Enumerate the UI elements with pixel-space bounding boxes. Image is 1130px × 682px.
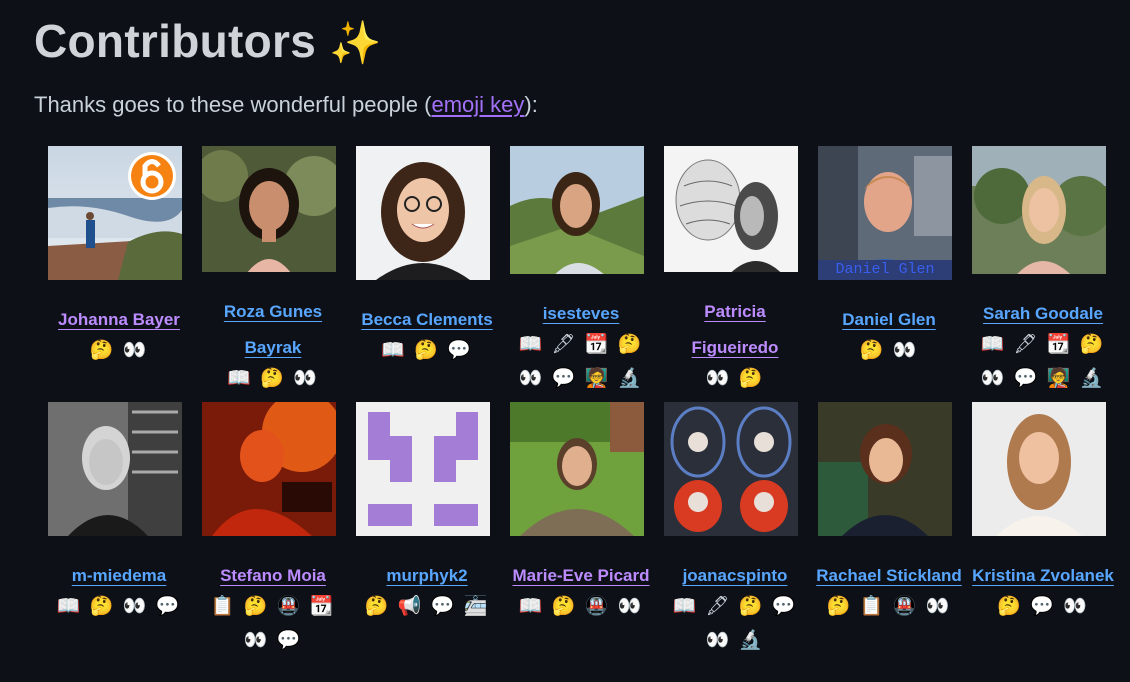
avatar-isesteves[interactable] [510,146,644,274]
avatar-daniel-glen[interactable]: Daniel Glen [818,146,952,280]
contributor-card: Kristina Zvolanek 🤔 💬 👀 [966,402,1120,658]
contributor-name[interactable]: isesteves [506,296,656,332]
contribution-badges: 🤔 💬 👀 [997,596,1089,617]
contributor-name[interactable]: murphyk2 [352,558,502,594]
avatar-stefano-moia[interactable] [202,402,336,536]
avatar-kristina-zvolanek[interactable] [972,402,1106,536]
contributor-name[interactable]: Sarah Goodale [968,296,1118,332]
contribution-badges: 📖 🤔 👀 [227,368,319,389]
contribution-badges: 🤔 📢 💬 🚈 [364,596,490,617]
contributor-card: m-miedema 📖 🤔 👀 💬 [42,402,196,658]
contribution-badges: 🤔 👀 [859,340,919,361]
contributor-card: Johanna Bayer 🤔 👀 [42,146,196,396]
contributor-card: Sarah Goodale 📖 🖋 📆 🤔 👀 💬 🧑‍🏫 🔬 [966,146,1120,396]
contributor-card: Rachael Stickland 🤔 📋 🚇 👀 [812,402,966,658]
emoji-key-link[interactable]: emoji key [431,92,524,117]
contributor-card: Patricia Figueiredo 👀 🤔 [658,146,812,396]
contributor-name[interactable]: Roza Gunes Bayrak [198,294,348,366]
daniel-glen-caption: Daniel Glen [835,261,935,278]
contribution-badges: 📖 🖋 📆 🤔 👀 💬 🧑‍🏫 🔬 [518,334,644,389]
contributor-card: Daniel Glen Daniel Glen 🤔 👀 [812,146,966,396]
sparkles-icon: ✨ [329,19,382,66]
contributor-card: isesteves 📖 🖋 📆 🤔 👀 💬 🧑‍🏫 🔬 [504,146,658,396]
contribution-badges: 📖 🤔 💬 [381,340,473,361]
contributor-name[interactable]: joanacspinto [660,558,810,594]
contributor-name[interactable]: Marie-Eve Picard [506,558,656,594]
avatar-patricia-figueiredo[interactable] [664,146,798,272]
avatar-johanna-bayer[interactable] [48,146,182,280]
contributor-card: Marie-Eve Picard 📖 🤔 🚇 👀 [504,402,658,658]
contributor-name[interactable]: Rachael Stickland [814,558,964,594]
contributor-name[interactable]: Patricia Figueiredo [660,294,810,366]
contribution-badges: 👀 🤔 [705,368,765,389]
contributor-card: murphyk2 🤔 📢 💬 🚈 [350,402,504,658]
contributors-grid: Johanna Bayer 🤔 👀 Roza Gunes Bayrak 📖 🤔 … [42,146,1120,658]
page-title: Contributors ✨ [34,15,382,67]
avatar-rachael-stickland[interactable] [818,402,952,536]
contribution-badges: 📖 🤔 👀 💬 [56,596,182,617]
contributor-card: joanacspinto 📖 🖋 🤔 💬 👀 🔬 [658,402,812,658]
contributor-name[interactable]: m-miedema [44,558,194,594]
avatar-marie-eve-picard[interactable] [510,402,644,536]
avatar-murphyk2[interactable] [356,402,490,536]
contributor-card: Roza Gunes Bayrak 📖 🤔 👀 [196,146,350,396]
contributor-name[interactable]: Becca Clements [352,302,502,338]
thanks-text: Thanks goes to these wonderful people (e… [34,92,538,117]
contribution-badges: 🤔 👀 [89,340,149,361]
avatar-sarah-goodale[interactable] [972,146,1106,274]
contribution-badges: 📖 🖋 📆 🤔 👀 💬 🧑‍🏫 🔬 [980,334,1106,389]
contribution-badges: 📖 🤔 🚇 👀 [518,596,644,617]
contributor-card: Stefano Moia 📋 🤔 🚇 📆 👀 💬 [196,402,350,658]
contribution-badges: 📖 🖋 🤔 💬 👀 🔬 [672,596,798,651]
contributor-name[interactable]: Stefano Moia [198,558,348,594]
avatar-m-miedema[interactable] [48,402,182,536]
contributor-name[interactable]: Johanna Bayer [44,302,194,338]
contributor-name[interactable]: Daniel Glen [814,302,964,338]
contribution-badges: 📋 🤔 🚇 📆 👀 💬 [210,596,336,651]
contribution-badges: 🤔 📋 🚇 👀 [826,596,952,617]
avatar-becca-clements[interactable] [356,146,490,280]
contributor-name[interactable]: Kristina Zvolanek [968,558,1118,594]
avatar-roza-gunes-bayrak[interactable] [202,146,336,272]
avatar-joanacspinto[interactable] [664,402,798,536]
contributor-card: Becca Clements 📖 🤔 💬 [350,146,504,396]
